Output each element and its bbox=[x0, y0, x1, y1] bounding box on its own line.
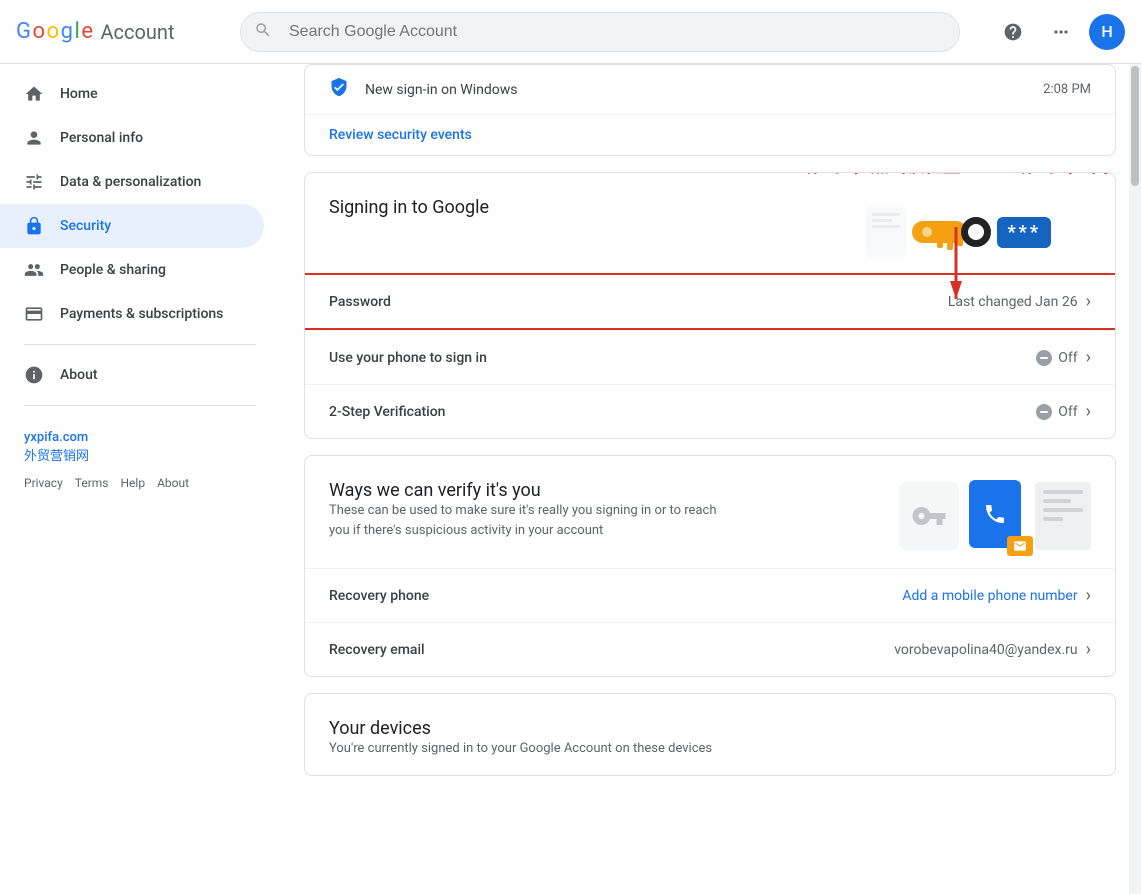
google-logo: Google bbox=[16, 19, 92, 44]
verify-section-header: Ways we can verify it's you These can be… bbox=[305, 456, 1115, 568]
scrollbar-track bbox=[1129, 64, 1141, 894]
footer-link-privacy[interactable]: Privacy bbox=[24, 476, 63, 490]
recovery-phone-chevron: › bbox=[1086, 585, 1091, 606]
recovery-phone-value: Add a mobile phone number bbox=[902, 588, 1077, 604]
2step-chevron-icon: › bbox=[1086, 401, 1091, 422]
user-avatar[interactable]: Н bbox=[1089, 14, 1125, 50]
help-button[interactable] bbox=[993, 12, 1033, 52]
phone-off-icon bbox=[1036, 350, 1052, 366]
sidebar-divider-2 bbox=[24, 405, 256, 406]
sidebar-item-personal-info[interactable]: Personal info bbox=[0, 116, 264, 160]
footer-links: Privacy Terms Help About bbox=[24, 476, 256, 490]
phone-with-badge bbox=[969, 480, 1025, 552]
phone-signin-chevron-icon: › bbox=[1086, 347, 1091, 368]
sidebar-item-data[interactable]: Data & personalization bbox=[0, 160, 264, 204]
footer-link-help[interactable]: Help bbox=[121, 476, 146, 490]
verify-section: Ways we can verify it's you These can be… bbox=[304, 455, 1116, 677]
main-content: New sign-in on Windows 2:08 PM Review se… bbox=[280, 64, 1140, 894]
recovery-phone-row[interactable]: Recovery phone Add a mobile phone number… bbox=[305, 568, 1115, 622]
page-layout: Home Personal info Data & personalizatio… bbox=[0, 64, 1141, 894]
header: Google Account Н bbox=[0, 0, 1141, 64]
people-icon bbox=[24, 260, 44, 280]
info-icon bbox=[24, 365, 44, 385]
recovery-email-chevron: › bbox=[1086, 639, 1091, 660]
signing-illustration: 第2步，点击该位置 第1步，下拉 bbox=[866, 197, 1091, 257]
search-icon bbox=[254, 21, 272, 43]
doc-icon bbox=[1035, 482, 1091, 550]
recovery-email-label: Recovery email bbox=[329, 642, 894, 658]
footer-link-terms[interactable]: Terms bbox=[75, 476, 109, 490]
footer-tagline: 外贸营销网 bbox=[24, 445, 256, 464]
arrow-down-svg bbox=[926, 227, 986, 307]
password-label: Password bbox=[329, 294, 948, 310]
phone-signin-status-text: Off bbox=[1058, 350, 1077, 366]
activity-row[interactable]: New sign-in on Windows 2:08 PM bbox=[305, 65, 1115, 114]
2step-off-icon bbox=[1036, 404, 1052, 420]
tune-icon bbox=[24, 172, 44, 192]
sidebar-label-security: Security bbox=[60, 218, 111, 234]
phone-signin-label: Use your phone to sign in bbox=[329, 350, 1036, 366]
sidebar-label-people: People & sharing bbox=[60, 262, 166, 278]
devices-section: Your devices You're currently signed in … bbox=[304, 693, 1116, 776]
header-actions: Н bbox=[993, 12, 1125, 52]
devices-title: Your devices bbox=[329, 718, 712, 739]
2step-row[interactable]: 2-Step Verification Off › bbox=[305, 384, 1115, 438]
recovery-phone-label: Recovery phone bbox=[329, 588, 902, 604]
review-link[interactable]: Review security events bbox=[305, 114, 1115, 155]
person-icon bbox=[24, 128, 44, 148]
sidebar-footer: yxpifa.com 外贸营销网 Privacy Terms Help Abou… bbox=[0, 414, 280, 506]
devices-section-header: Your devices You're currently signed in … bbox=[305, 694, 1115, 775]
sidebar-label-home: Home bbox=[60, 86, 98, 102]
2step-status-text: Off bbox=[1058, 404, 1077, 420]
sidebar-label-payments: Payments & subscriptions bbox=[60, 306, 223, 322]
footer-site: yxpifa.com bbox=[24, 430, 256, 445]
activity-time: 2:08 PM bbox=[1043, 82, 1091, 97]
search-input[interactable] bbox=[240, 12, 960, 52]
devices-desc: You're currently signed in to your Googl… bbox=[329, 739, 712, 759]
keys-bg-icon bbox=[899, 482, 959, 550]
sidebar-label-data: Data & personalization bbox=[60, 174, 201, 190]
phone-signin-status: Off bbox=[1036, 350, 1077, 366]
sidebar-item-about[interactable]: About bbox=[0, 353, 264, 397]
password-chevron-icon: › bbox=[1086, 291, 1091, 312]
sidebar-divider bbox=[24, 344, 256, 345]
phone-signin-row[interactable]: Use your phone to sign in Off › bbox=[305, 330, 1115, 384]
sidebar-item-payments[interactable]: Payments & subscriptions bbox=[0, 292, 264, 336]
logo-area: Google Account bbox=[16, 19, 216, 44]
recovery-email-row[interactable]: Recovery email vorobevapolina40@yandex.r… bbox=[305, 622, 1115, 676]
verify-illustration bbox=[899, 480, 1091, 552]
search-bar bbox=[240, 12, 960, 52]
apps-button[interactable] bbox=[1041, 12, 1081, 52]
signing-section-title: Signing in to Google bbox=[329, 197, 489, 218]
sidebar: Home Personal info Data & personalizatio… bbox=[0, 64, 280, 894]
recent-activity-card: New sign-in on Windows 2:08 PM Review se… bbox=[304, 64, 1116, 156]
2step-label: 2-Step Verification bbox=[329, 404, 1036, 420]
sidebar-item-security[interactable]: Security bbox=[0, 204, 264, 248]
account-label: Account bbox=[100, 20, 174, 44]
signing-section: Signing in to Google 第2步，点击该位置 第1步，下拉 bbox=[304, 172, 1116, 439]
verify-section-title: Ways we can verify it's you bbox=[329, 480, 729, 501]
sidebar-label-personal-info: Personal info bbox=[60, 130, 143, 146]
sidebar-item-people[interactable]: People & sharing bbox=[0, 248, 264, 292]
activity-text: New sign-in on Windows bbox=[365, 82, 1027, 98]
password-badge: *** bbox=[997, 217, 1051, 248]
sidebar-label-about: About bbox=[60, 367, 98, 383]
sidebar-item-home[interactable]: Home bbox=[0, 72, 264, 116]
verify-section-desc: These can be used to make sure it's real… bbox=[329, 501, 729, 540]
2step-status: Off bbox=[1036, 404, 1077, 420]
scrollbar-thumb[interactable] bbox=[1131, 66, 1139, 186]
password-setting-row[interactable]: Password Last changed Jan 26 › bbox=[304, 273, 1116, 330]
credit-card-icon bbox=[24, 304, 44, 324]
annotation-step1: 第1步，下拉 bbox=[1021, 172, 1116, 178]
home-icon bbox=[24, 84, 44, 104]
recovery-email-value: vorobevapolina40@yandex.ru bbox=[894, 642, 1077, 658]
activity-check-icon bbox=[329, 77, 349, 102]
annotation-step2: 第2步，点击该位置 bbox=[806, 172, 960, 178]
section-header-signing: Signing in to Google 第2步，点击该位置 第1步，下拉 bbox=[305, 173, 1115, 273]
lock-icon bbox=[24, 216, 44, 236]
footer-link-about[interactable]: About bbox=[157, 476, 189, 490]
